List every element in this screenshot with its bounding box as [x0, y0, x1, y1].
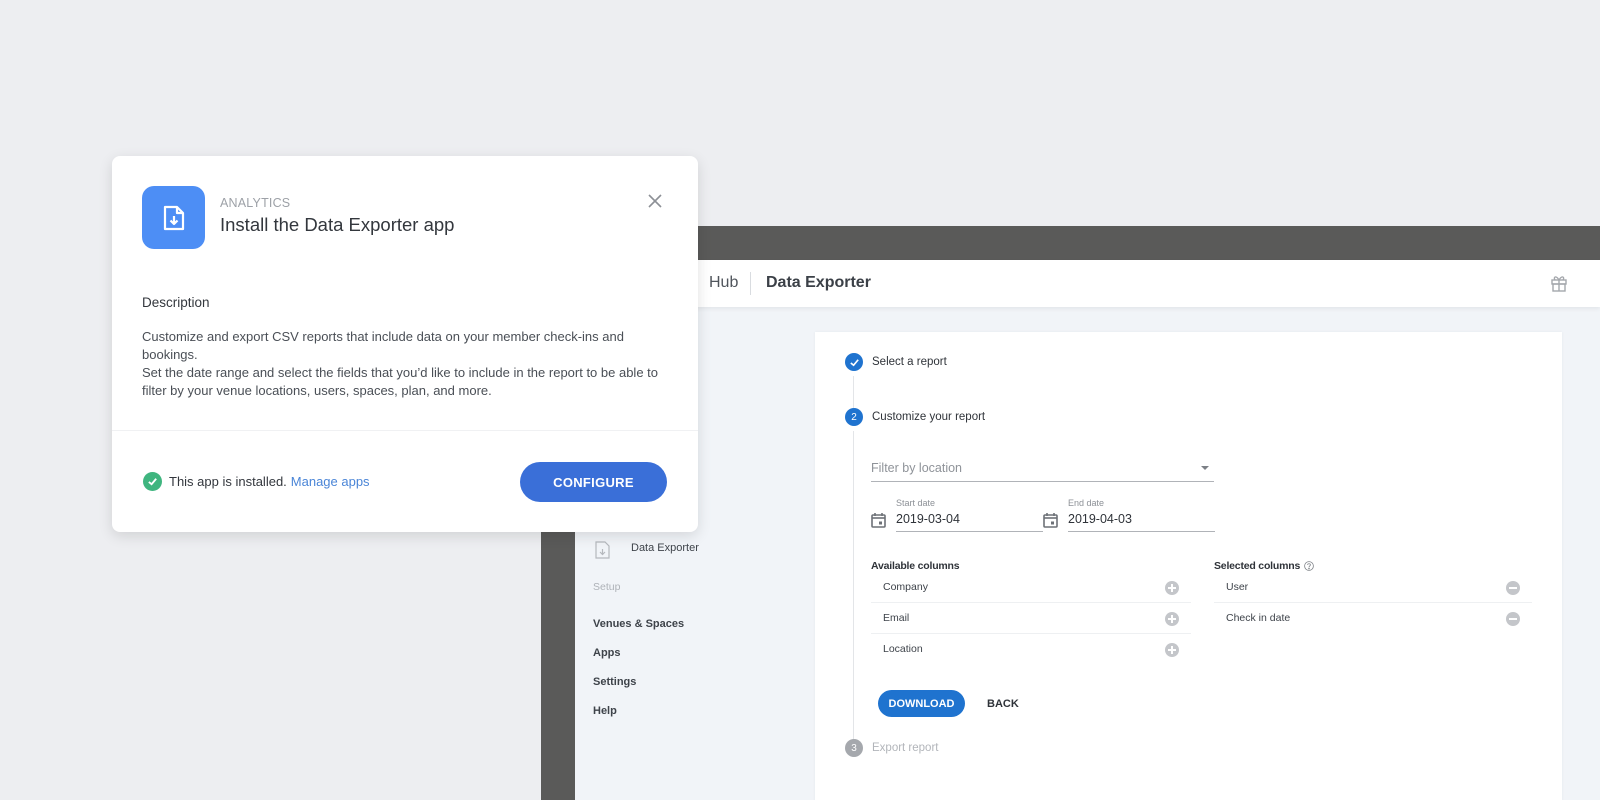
description-body: Customize and export CSV reports that in… [142, 328, 672, 400]
available-column-row[interactable]: Company [871, 572, 1191, 603]
breadcrumb-hub[interactable]: Hub [709, 274, 738, 292]
add-column-icon[interactable] [1165, 643, 1179, 657]
selected-columns-heading: Selected columns [1214, 560, 1301, 572]
breadcrumb-separator [750, 272, 751, 295]
selected-column-row[interactable]: Check in date [1214, 603, 1532, 634]
column-name: User [1226, 581, 1249, 593]
data-exporter-app-window: Hub Data Exporter Data Exporter Setup Ve… [541, 226, 1600, 800]
add-column-icon[interactable] [1165, 581, 1179, 595]
step-customize-report[interactable]: 2 Customize your report [845, 408, 985, 426]
sidebar-item-help[interactable]: Help [593, 705, 617, 717]
step-label: Customize your report [872, 411, 986, 423]
column-name: Location [883, 643, 923, 655]
remove-column-icon[interactable] [1506, 612, 1520, 626]
step-label: Select a report [872, 356, 947, 368]
sidebar-item-settings[interactable]: Settings [593, 676, 636, 688]
modal-title: Install the Data Exporter app [220, 214, 455, 235]
remove-column-icon[interactable] [1506, 581, 1520, 595]
sidebar-item-venues-spaces[interactable]: Venues & Spaces [593, 618, 684, 630]
modal-divider [112, 430, 698, 431]
installed-text: This app is installed. [169, 474, 287, 489]
calendar-icon[interactable] [1043, 512, 1058, 528]
description-paragraph: Customize and export CSV reports that in… [142, 329, 624, 362]
end-date-input[interactable]: 2019-04-03 [1068, 512, 1215, 532]
sidebar-section-setup: Setup [593, 581, 621, 593]
app-icon-tile [142, 186, 205, 249]
selected-column-row[interactable]: User [1214, 572, 1532, 603]
gift-icon[interactable] [1550, 274, 1568, 292]
report-wizard-panel: Select a report 2 Customize your report … [815, 332, 1562, 800]
manage-apps-link[interactable]: Manage apps [291, 474, 370, 489]
app-top-bar [541, 226, 1600, 260]
caret-down-icon [1201, 466, 1209, 470]
step-select-report[interactable]: Select a report [845, 353, 947, 371]
help-icon[interactable] [1304, 561, 1314, 571]
app-header: Hub Data Exporter [541, 260, 1600, 307]
step-connector [853, 431, 854, 743]
step-connector [853, 376, 854, 408]
description-heading: Description [142, 295, 210, 310]
available-columns-title: Available columns [871, 560, 960, 572]
app-category: ANALYTICS [220, 196, 291, 210]
step-label: Export report [872, 742, 939, 754]
step-number-badge: 2 [845, 408, 863, 426]
add-column-icon[interactable] [1165, 612, 1179, 626]
available-columns-heading: Available columns [871, 560, 960, 572]
back-button[interactable]: BACK [987, 690, 1019, 717]
step-check-icon [845, 353, 863, 371]
column-name: Email [883, 612, 910, 624]
available-column-row[interactable]: Email [871, 603, 1191, 634]
start-date-label: Start date [896, 498, 936, 508]
location-filter-placeholder: Filter by location [871, 461, 963, 475]
end-date-label: End date [1068, 498, 1105, 508]
download-button[interactable]: DOWNLOAD [878, 690, 965, 717]
available-column-row[interactable]: Location [871, 634, 1191, 665]
file-download-icon [595, 541, 610, 559]
column-name: Company [883, 581, 928, 593]
location-filter-select[interactable]: Filter by location [871, 458, 1214, 482]
breadcrumb-current: Data Exporter [766, 274, 871, 291]
step-number-badge: 3 [845, 739, 863, 757]
installed-status: This app is installed. Manage apps [143, 472, 370, 491]
configure-button[interactable]: CONFIGURE [520, 462, 667, 502]
check-circle-icon [143, 472, 162, 491]
file-download-icon [163, 205, 184, 230]
sidebar-item-apps[interactable]: Apps [593, 647, 621, 659]
sidebar-item-data-exporter[interactable]: Data Exporter [631, 542, 699, 554]
close-icon[interactable] [647, 193, 663, 209]
install-app-modal: ANALYTICS Install the Data Exporter app … [112, 156, 698, 532]
calendar-icon[interactable] [871, 512, 886, 528]
column-name: Check in date [1226, 612, 1291, 624]
selected-columns-title: Selected columns [1214, 560, 1314, 572]
step-export-report[interactable]: 3 Export report [845, 739, 938, 757]
start-date-input[interactable]: 2019-03-04 [896, 512, 1043, 532]
description-paragraph: Set the date range and select the fields… [142, 365, 659, 398]
